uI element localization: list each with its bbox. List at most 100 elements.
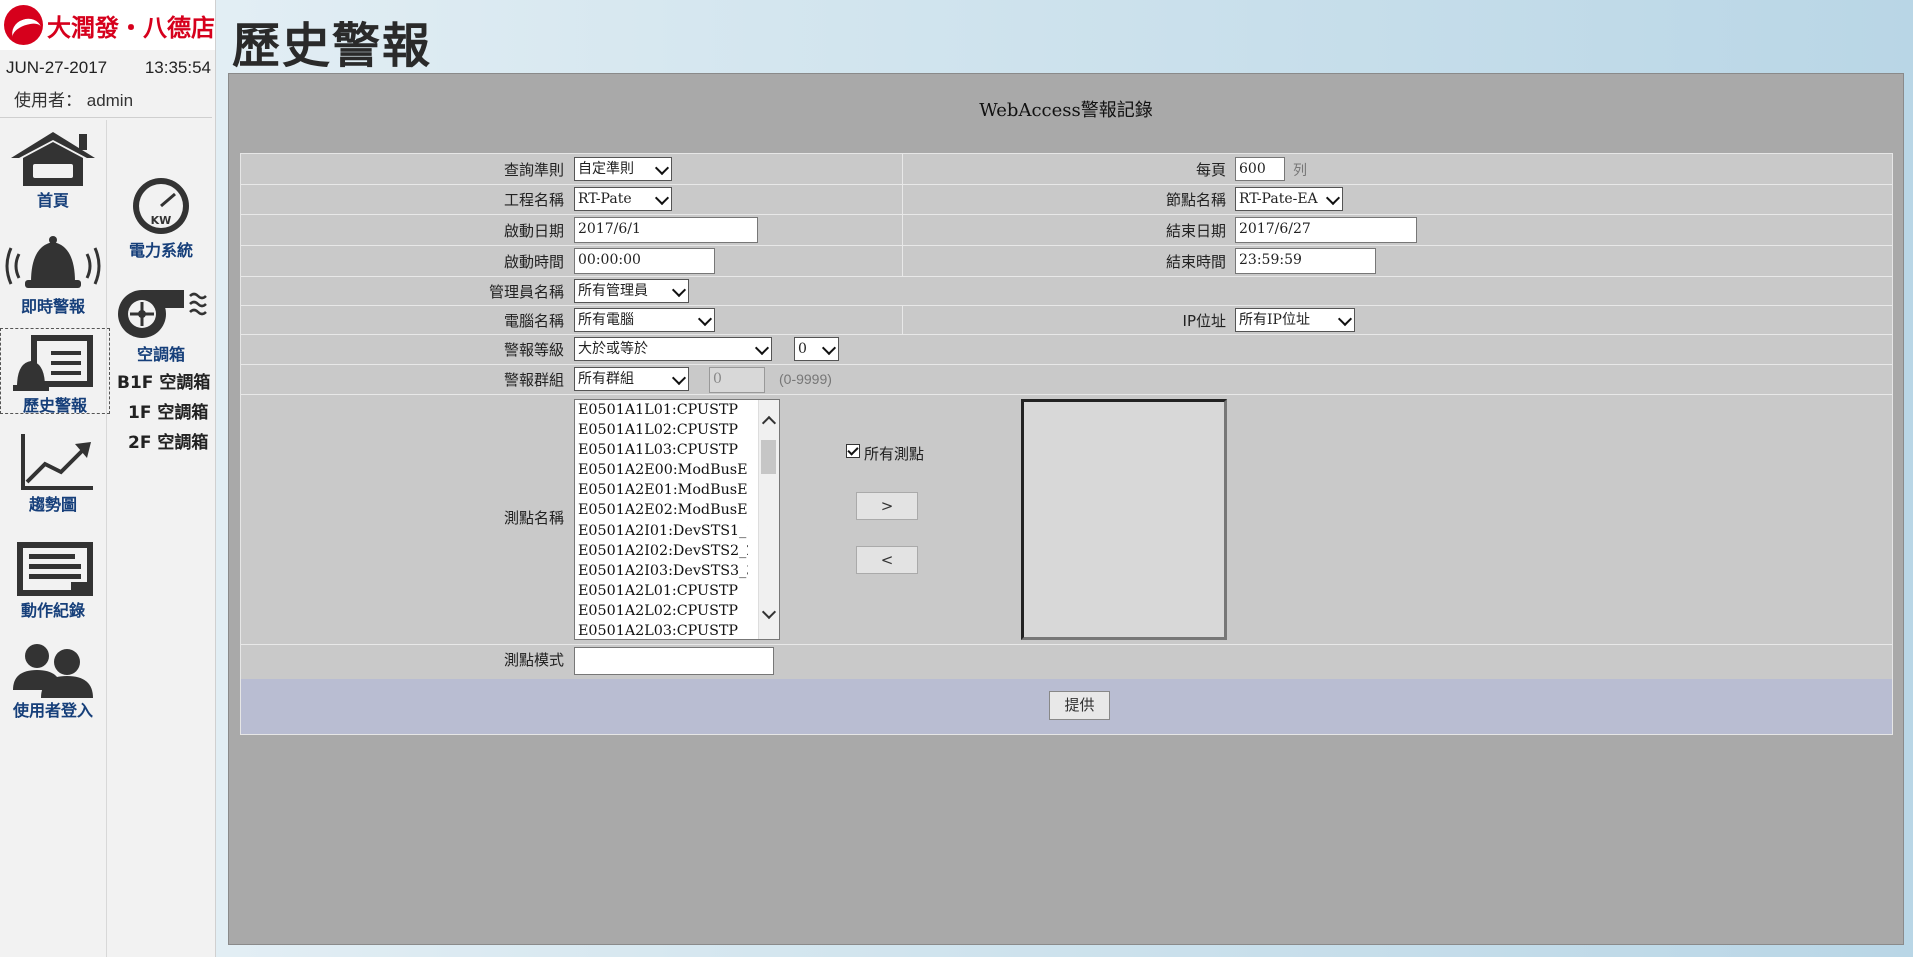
ip-address-value: 所有IP位址: [1239, 312, 1310, 328]
nav-ahu-1f[interactable]: 1F 空調箱: [128, 398, 208, 423]
history-alarm-icon: [13, 335, 93, 391]
alarm-group-select[interactable]: 所有群組: [574, 367, 689, 391]
trend-chart-icon: [21, 434, 93, 490]
nav-action-log[interactable]: 動作紀錄: [0, 538, 106, 620]
project-name-label: 工程名稱: [503, 191, 564, 209]
form-row-point-pattern: 測點模式: [241, 644, 1892, 679]
admin-name-value: 所有管理員: [578, 283, 648, 299]
nav-trend[interactable]: 趨勢圖: [0, 432, 106, 514]
user-info: 使用者： admin: [14, 86, 133, 111]
chevron-down-icon: [1325, 190, 1341, 206]
nav-ahu-2f[interactable]: 2F 空調箱: [128, 428, 208, 453]
point-name-listbox[interactable]: E0501A1L01:CPUSTP E0501A1L02:CPUSTP E0501A…: [574, 399, 780, 640]
nav-ahu-b1f[interactable]: B1F 空調箱: [117, 368, 210, 393]
node-name-label: 節點名稱: [1165, 191, 1226, 209]
bell-icon: [5, 236, 101, 288]
column-divider: [902, 305, 903, 334]
scrollbar-thumb[interactable]: [761, 440, 776, 474]
point-name-option[interactable]: E0501A1L02:CPUSTP: [575, 420, 748, 440]
chevron-down-icon: [754, 340, 770, 356]
nav-home-label: 首頁: [36, 191, 69, 210]
computer-name-select[interactable]: 所有電腦: [574, 308, 715, 332]
point-name-option[interactable]: E0501A2I03:DevSTS3_3: [575, 561, 748, 581]
nav-history-alarm[interactable]: 歷史警報: [0, 328, 110, 415]
brand-mark-icon: [4, 5, 43, 45]
selected-points-listbox[interactable]: [1021, 399, 1227, 640]
report-title: WebAccess警報記錄: [979, 100, 1153, 121]
point-name-option[interactable]: E0501A2E01:ModBusErr: [575, 480, 748, 500]
nav-power-system-label: 電力系統: [128, 241, 193, 260]
node-name-select[interactable]: RT-Pate-EA: [1235, 187, 1343, 211]
end-date-input[interactable]: 2017/6/27: [1235, 217, 1417, 243]
alarm-level-operator-select[interactable]: 大於或等於: [574, 337, 772, 361]
node-name-value: RT-Pate-EA: [1239, 191, 1318, 207]
admin-name-select[interactable]: 所有管理員: [574, 279, 689, 303]
point-name-option[interactable]: E0501A2I02:DevSTS2_2: [575, 541, 748, 561]
nav-realtime-alarm[interactable]: 即時警報: [0, 232, 106, 316]
point-name-items: E0501A1L01:CPUSTP E0501A1L02:CPUSTP E0501A…: [575, 400, 779, 639]
point-pattern-input[interactable]: [574, 647, 774, 675]
alarm-query-form: 查詢準則 自定準則 每頁 600 列 工程名稱 RT-Pate 節點名稱 RT-…: [240, 153, 1893, 735]
chevron-down-icon: [671, 282, 687, 298]
point-name-option[interactable]: E0501A2E02:ModBusErr: [575, 500, 748, 520]
point-name-option[interactable]: E0501A2I01:DevSTS1_1: [575, 521, 748, 541]
nav-user-login[interactable]: 使用者登入: [0, 640, 106, 720]
query-rule-select[interactable]: 自定準則: [574, 157, 672, 181]
project-name-select[interactable]: RT-Pate: [574, 187, 672, 211]
scroll-down-icon[interactable]: [761, 604, 777, 620]
datetime-display: JUN-27-2017 13:35:54: [6, 58, 211, 78]
column-divider: [902, 245, 903, 276]
admin-name-label: 管理員名稱: [488, 283, 564, 301]
sidebar: 大潤發・八德店 JUN-27-2017 13:35:54 使用者： admin …: [0, 0, 216, 957]
end-time-input[interactable]: 23:59:59: [1235, 248, 1376, 274]
alarm-group-number-input[interactable]: 0: [709, 367, 765, 393]
per-page-input[interactable]: 600: [1235, 157, 1285, 181]
ip-address-select[interactable]: 所有IP位址: [1235, 308, 1355, 332]
brand-logo: 大潤發・八德店: [0, 0, 215, 50]
submit-row: 提供: [241, 679, 1892, 734]
point-name-option[interactable]: E0501A2L03:CPUSTP: [575, 621, 748, 639]
start-date-label: 啟動日期: [503, 222, 564, 240]
alarm-level-value-select[interactable]: 0: [794, 337, 839, 361]
chevron-down-icon: [671, 370, 687, 386]
nav-power-system[interactable]: KW 電力系統: [108, 176, 214, 260]
add-point-button[interactable]: >: [856, 492, 918, 520]
end-time-label: 結束時間: [1165, 253, 1226, 271]
form-row-point-name: 測點名稱 E0501A1L01:CPUSTP E0501A1L02:CPUSTP E…: [241, 394, 1892, 645]
computer-name-value: 所有電腦: [578, 312, 634, 328]
per-page-unit: 列: [1293, 162, 1307, 178]
form-row-times: 啟動時間 00:00:00 結束時間 23:59:59: [241, 245, 1892, 277]
scroll-up-icon[interactable]: [761, 415, 777, 431]
start-time-label: 啟動時間: [503, 253, 564, 271]
current-time: 13:35:54: [144, 58, 211, 77]
point-name-option[interactable]: E0501A2L02:CPUSTP: [575, 601, 748, 621]
start-date-input[interactable]: 2017/6/1: [574, 217, 758, 243]
current-date: JUN-27-2017: [6, 58, 108, 77]
start-time-input[interactable]: 00:00:00: [574, 248, 715, 274]
point-name-option[interactable]: E0501A2E00:ModBusErr: [575, 460, 748, 480]
point-name-option[interactable]: E0501A1L03:CPUSTP: [575, 440, 748, 460]
main-panel: WebAccess警報記錄 查詢準則 自定準則 每頁 600 列 工程名稱 RT…: [228, 73, 1904, 945]
remove-point-button[interactable]: <: [856, 546, 918, 574]
all-points-checkbox[interactable]: [846, 444, 860, 458]
nav-trend-label: 趨勢圖: [28, 495, 77, 514]
per-page-label: 每頁: [1195, 161, 1226, 179]
chevron-down-icon: [654, 190, 670, 206]
point-name-option[interactable]: E0501A1L01:CPUSTP: [575, 400, 748, 420]
submit-button[interactable]: 提供: [1049, 691, 1110, 720]
nav-action-log-label: 動作紀錄: [20, 601, 85, 620]
alarm-level-label: 警報等級: [503, 341, 564, 359]
nav-home[interactable]: 首頁: [0, 128, 106, 210]
listbox-scrollbar[interactable]: [758, 400, 779, 639]
form-row-project: 工程名稱 RT-Pate 節點名稱 RT-Pate-EA: [241, 184, 1892, 215]
point-name-option[interactable]: E0501A2L01:CPUSTP: [575, 581, 748, 601]
document-list-icon: [17, 542, 93, 596]
nav-ahu[interactable]: 空調箱: [108, 286, 214, 364]
end-date-label: 結束日期: [1165, 222, 1226, 240]
user-label: 使用者：: [14, 91, 82, 110]
form-row-dates: 啟動日期 2017/6/1 結束日期 2017/6/27: [241, 214, 1892, 246]
chevron-down-icon: [821, 340, 837, 356]
alarm-group-range-hint: (0-9999): [779, 371, 832, 387]
form-row-computer: 電腦名稱 所有電腦 IP位址 所有IP位址: [241, 305, 1892, 335]
form-row-admin: 管理員名稱 所有管理員: [241, 276, 1892, 306]
